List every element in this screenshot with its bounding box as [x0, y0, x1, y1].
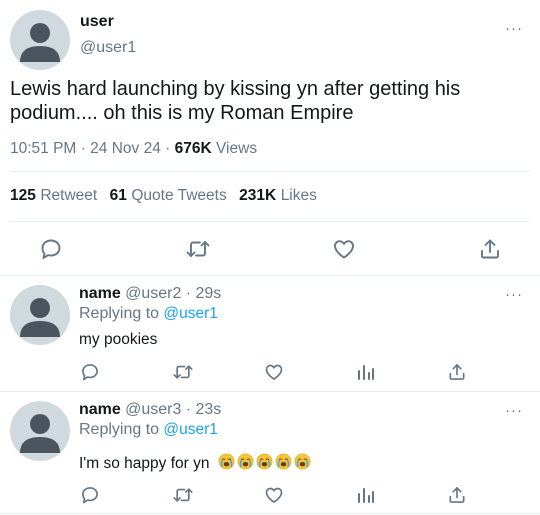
avatar[interactable]	[10, 285, 70, 345]
replying-to-link[interactable]: @user1	[163, 421, 218, 438]
divider	[10, 171, 530, 172]
reply-time[interactable]: · 29s	[186, 285, 222, 302]
reply-time[interactable]: · 23s	[186, 401, 222, 418]
reply-text: I'm so happy for yn	[79, 455, 210, 472]
quotes-label: Quote Tweets	[131, 187, 227, 204]
share-icon[interactable]	[447, 362, 467, 382]
more-options-icon[interactable]: ···	[505, 402, 523, 419]
reply-text-row: I'm so happy for yn	[79, 453, 313, 473]
crying-face-emoji-icon	[256, 453, 273, 470]
replying-to: Replying to @user1	[79, 305, 218, 323]
likes-stat[interactable]: 231K Likes	[239, 187, 317, 204]
author-name[interactable]: name	[79, 401, 121, 418]
replying-to-prefix: Replying to	[79, 421, 160, 438]
analytics-icon[interactable]	[357, 485, 375, 505]
replying-to: Replying to @user1	[79, 421, 218, 439]
avatar[interactable]	[10, 401, 70, 461]
retweet-icon[interactable]	[185, 237, 211, 261]
quotes-stat[interactable]: 61 Quote Tweets	[110, 187, 232, 204]
analytics-icon[interactable]	[357, 362, 375, 382]
author-name[interactable]: name	[79, 285, 121, 302]
tweet-stats: 125 Retweet 61 Quote Tweets 231K Likes	[10, 187, 317, 205]
crying-face-emoji-icon	[218, 453, 235, 470]
author-handle[interactable]: @user1	[80, 39, 136, 57]
retweet-icon[interactable]	[172, 485, 194, 505]
reply-header: name @user3 · 23s	[79, 401, 221, 419]
default-avatar-icon	[20, 23, 60, 62]
reply-icon[interactable]	[80, 362, 100, 382]
tweet-text: Lewis hard launching by kissing yn after…	[10, 77, 535, 125]
more-options-icon[interactable]: ···	[505, 20, 523, 37]
retweets-count: 125	[10, 187, 36, 204]
divider	[0, 275, 540, 276]
reply-header: name @user2 · 29s	[79, 285, 221, 303]
crying-face-emoji-icon	[275, 453, 292, 470]
tweet-text-line: Lewis hard launching by kissing yn after…	[10, 78, 461, 100]
author-handle[interactable]: @user2	[125, 285, 181, 302]
replying-to-link[interactable]: @user1	[163, 305, 218, 322]
likes-label: Likes	[280, 187, 317, 204]
retweet-icon[interactable]	[172, 362, 194, 382]
emoji-row	[218, 453, 313, 472]
reply-icon[interactable]	[39, 237, 63, 261]
like-icon[interactable]	[332, 237, 356, 261]
tweet-text-line: podium.... oh this is my Roman Empire	[10, 102, 354, 124]
replying-to-prefix: Replying to	[79, 305, 160, 322]
divider	[0, 391, 540, 392]
retweets-label: Retweet	[40, 187, 98, 204]
share-icon[interactable]	[447, 485, 467, 505]
author-handle[interactable]: @user3	[125, 401, 181, 418]
like-icon[interactable]	[264, 362, 284, 382]
retweets-stat[interactable]: 125 Retweet	[10, 187, 102, 204]
more-options-icon[interactable]: ···	[505, 286, 523, 303]
views-label: Views	[216, 140, 258, 157]
author-name[interactable]: user	[80, 13, 114, 31]
quotes-count: 61	[109, 187, 127, 204]
separator: ·	[165, 140, 171, 157]
reply-text: my pookies	[79, 331, 158, 348]
default-avatar-icon	[20, 298, 60, 337]
crying-face-emoji-icon	[294, 453, 311, 470]
like-icon[interactable]	[264, 485, 284, 505]
avatar[interactable]	[10, 10, 70, 70]
divider	[0, 513, 540, 514]
tweet-date[interactable]: 24 Nov 24	[90, 140, 161, 157]
tweet-meta: 10:51 PM · 24 Nov 24 · 676K Views	[10, 140, 257, 158]
separator: ·	[80, 140, 86, 157]
views-count: 676K	[174, 140, 212, 157]
divider	[10, 221, 530, 222]
reply-icon[interactable]	[80, 485, 100, 505]
crying-face-emoji-icon	[237, 453, 254, 470]
tweet-time[interactable]: 10:51 PM	[10, 140, 76, 157]
likes-count: 231K	[239, 187, 277, 204]
share-icon[interactable]	[478, 237, 502, 261]
default-avatar-icon	[20, 414, 60, 453]
